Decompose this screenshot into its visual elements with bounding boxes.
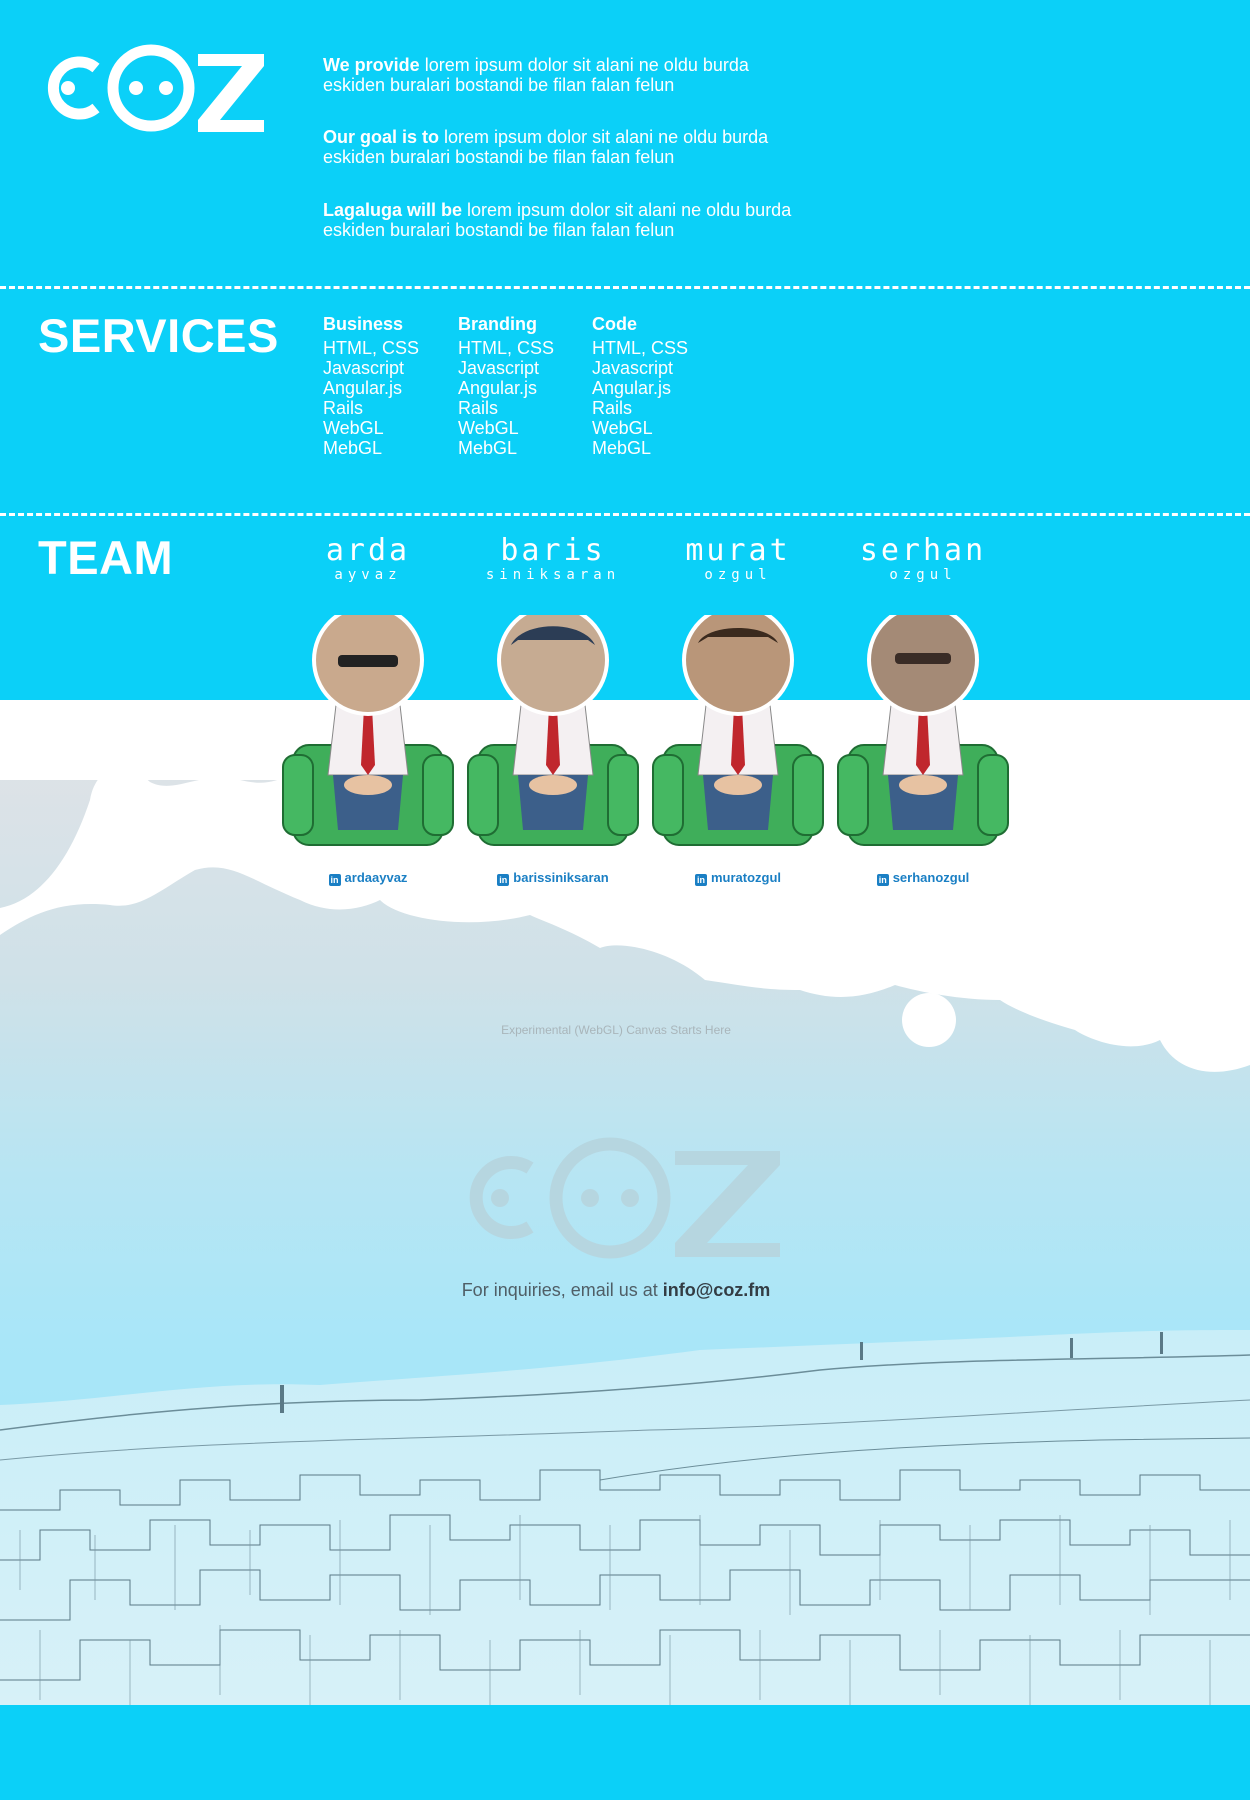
linkedin-icon: in bbox=[876, 874, 889, 886]
member-first-name: baris bbox=[500, 533, 606, 568]
intro-text: lorem ipsum dolor sit alani ne oldu burd… bbox=[419, 55, 749, 75]
canvas-start-note: Experimental (WebGL) Canvas Starts Here bbox=[501, 1023, 731, 1037]
team-title: TEAM bbox=[38, 531, 174, 584]
coz-logo[interactable] bbox=[38, 38, 268, 138]
intro-text-2: eskiden buralari bostandi be filan falan… bbox=[323, 220, 675, 240]
services-column-heading: Business bbox=[323, 314, 404, 334]
member-first-name: murat bbox=[685, 533, 791, 568]
intro-lead: Our goal is to bbox=[323, 127, 440, 147]
service-item: Angular.js bbox=[592, 378, 672, 398]
service-item: HTML, CSS bbox=[592, 338, 689, 358]
service-item: MebGL bbox=[323, 438, 383, 458]
linkedin-link[interactable]: in muratozgul bbox=[648, 870, 828, 886]
service-item: WebGL bbox=[323, 418, 384, 438]
service-item: Javascript bbox=[323, 358, 405, 378]
service-item: Rails bbox=[592, 398, 633, 418]
team-member-serhan: serhan ozgul in serhanozgul bbox=[833, 533, 1013, 886]
services-column-business: Business HTML, CSS Javascript Angular.js… bbox=[323, 314, 419, 458]
intro-text: lorem ipsum dolor sit alani ne oldu burd… bbox=[439, 127, 769, 147]
linkedin-handle: barissiniksaran bbox=[513, 870, 609, 885]
service-item: WebGL bbox=[592, 418, 653, 438]
member-last-name: ayvaz bbox=[334, 567, 402, 583]
member-last-name: ozgul bbox=[704, 567, 772, 583]
section-divider bbox=[0, 286, 1250, 289]
member-last-name: ozgul bbox=[889, 567, 957, 583]
intro-lead: We provide bbox=[323, 55, 420, 75]
service-item: WebGL bbox=[458, 418, 519, 438]
member-illustration bbox=[837, 615, 1009, 846]
member-illustration bbox=[282, 615, 454, 846]
service-item: Angular.js bbox=[323, 378, 403, 398]
intro-paragraph-3: Lagaluga will be lorem ipsum dolor sit a… bbox=[323, 200, 883, 240]
linkedin-icon: in bbox=[328, 874, 341, 886]
linkedin-link[interactable]: in ardaayvaz bbox=[278, 870, 458, 886]
linkedin-handle: ardaayvaz bbox=[344, 870, 408, 885]
service-item: MebGL bbox=[592, 438, 652, 458]
linkedin-icon: in bbox=[497, 874, 510, 886]
service-item: HTML, CSS bbox=[458, 338, 555, 358]
team-member-arda: arda ayvaz in ardaayvaz bbox=[278, 533, 458, 886]
linkedin-handle: muratozgul bbox=[710, 870, 782, 885]
services-column-code: Code HTML, CSS Javascript Angular.js Rai… bbox=[592, 314, 688, 458]
team-member-baris: baris siniksaran in barissiniksaran bbox=[463, 533, 643, 886]
member-first-name: serhan bbox=[859, 533, 987, 568]
service-item: Javascript bbox=[458, 358, 540, 378]
service-item: Rails bbox=[458, 398, 499, 418]
intro-paragraph-2: Our goal is to lorem ipsum dolor sit ala… bbox=[323, 127, 883, 167]
coz-logo-watermark bbox=[469, 1137, 780, 1259]
intro-lead: Lagaluga will be bbox=[323, 200, 463, 220]
service-item: Angular.js bbox=[458, 378, 538, 398]
section-divider bbox=[0, 513, 1250, 516]
contact-line: For inquiries, email us at info@coz.fm bbox=[0, 1280, 1232, 1301]
service-item: MebGL bbox=[458, 438, 518, 458]
service-item: HTML, CSS bbox=[323, 338, 420, 358]
linkedin-link[interactable]: in barissiniksaran bbox=[463, 870, 643, 886]
service-item: Rails bbox=[323, 398, 364, 418]
member-last-name: siniksaran bbox=[485, 567, 621, 583]
team-member-murat: murat ozgul in muratozgul bbox=[648, 533, 828, 886]
services-column-branding: Branding HTML, CSS Javascript Angular.js… bbox=[458, 314, 554, 458]
member-illustration bbox=[652, 615, 824, 846]
linkedin-icon: in bbox=[694, 874, 707, 886]
city-skyline-illustration bbox=[0, 1330, 1250, 1705]
services-title: SERVICES bbox=[38, 309, 279, 362]
service-item: Javascript bbox=[592, 358, 674, 378]
contact-prefix: For inquiries, email us at bbox=[461, 1280, 663, 1300]
services-column-heading: Branding bbox=[458, 314, 537, 334]
intro-paragraph-1: We provide lorem ipsum dolor sit alani n… bbox=[323, 55, 883, 95]
intro-text-2: eskiden buralari bostandi be filan falan… bbox=[323, 75, 675, 95]
contact-email[interactable]: info@coz.fm bbox=[663, 1280, 771, 1300]
member-illustration bbox=[467, 615, 639, 846]
member-first-name: arda bbox=[325, 533, 411, 568]
linkedin-handle: serhanozgul bbox=[892, 870, 970, 885]
services-column-heading: Code bbox=[592, 314, 637, 334]
intro-text: lorem ipsum dolor sit alani ne oldu burd… bbox=[462, 200, 792, 220]
intro-text-2: eskiden buralari bostandi be filan falan… bbox=[323, 147, 675, 167]
linkedin-link[interactable]: in serhanozgul bbox=[833, 870, 1013, 886]
